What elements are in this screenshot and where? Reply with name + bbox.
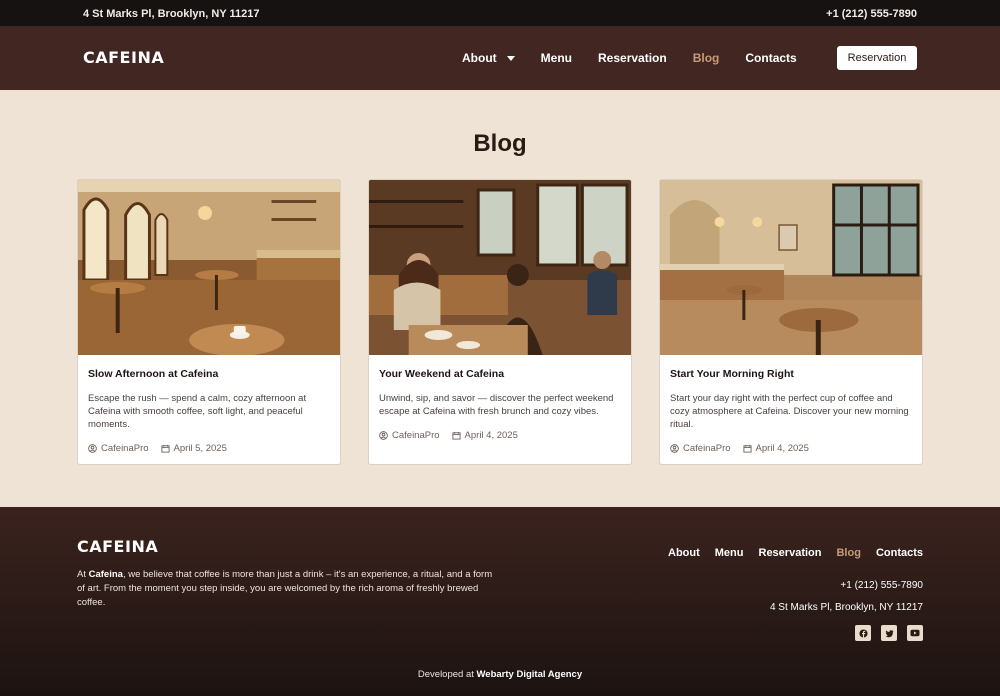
nav-item-label: Menu (540, 51, 572, 65)
post-date: April 4, 2025 (742, 443, 809, 454)
credit-agency-link[interactable]: Webarty Digital Agency (477, 669, 583, 680)
facebook-icon[interactable] (855, 625, 871, 641)
user-icon (88, 444, 97, 453)
footer-nav-about[interactable]: About (668, 547, 700, 559)
nav-item-blog[interactable]: Blog (693, 51, 720, 65)
footer-credit: Developed at Webarty Digital Agency (0, 669, 1000, 680)
site-logo[interactable]: CAFEINA (83, 48, 164, 67)
topbar-phone[interactable]: +1 (212) 555-7890 (826, 8, 917, 20)
card-body: Slow Afternoon at Cafeina Escape the rus… (78, 355, 340, 464)
cafe-friends-photo[interactable] (369, 180, 631, 355)
post-date-text: April 4, 2025 (755, 443, 809, 454)
footer-address: 4 St Marks Pl, Brooklyn, NY 11217 (769, 602, 923, 613)
nav-item-about[interactable]: About (462, 51, 515, 65)
nav-item-label: About (462, 51, 497, 65)
blog-card[interactable]: Slow Afternoon at Cafeina Escape the rus… (77, 179, 341, 465)
nav-item-reservation[interactable]: Reservation (598, 51, 667, 65)
post-title[interactable]: Slow Afternoon at Cafeina (88, 368, 330, 380)
nav-item-label: Contacts (745, 51, 797, 65)
post-title[interactable]: Start Your Morning Right (670, 368, 912, 380)
post-author: CafeinaPro (88, 443, 149, 454)
post-author-name: CafeinaPro (101, 443, 149, 454)
footer-phone[interactable]: +1 (212) 555-7890 (840, 580, 923, 591)
footer-nav-contacts[interactable]: Contacts (876, 547, 923, 559)
user-icon (379, 431, 388, 440)
user-icon (670, 444, 679, 453)
blog-card[interactable]: Your Weekend at Cafeina Unwind, sip, and… (368, 179, 632, 465)
post-date: April 4, 2025 (451, 430, 518, 441)
chevron-down-icon (506, 55, 515, 61)
post-excerpt: Start your day right with the perfect cu… (670, 393, 909, 430)
footer-nav: About Menu Reservation Blog Contacts (653, 547, 923, 559)
post-date-text: April 5, 2025 (173, 443, 227, 454)
youtube-icon[interactable] (907, 625, 923, 641)
post-date: April 5, 2025 (160, 443, 227, 454)
post-meta: CafeinaPro April 4, 2025 (670, 443, 912, 454)
nav-item-label: Blog (692, 51, 720, 65)
topbar-address: 4 St Marks Pl, Brooklyn, NY 11217 (83, 8, 260, 20)
post-excerpt: Escape the rush — spend a calm, cozy aft… (88, 393, 307, 430)
card-body: Start Your Morning Right Start your day … (660, 355, 922, 464)
calendar-icon (742, 444, 752, 453)
footer-nav-menu[interactable]: Menu (715, 547, 744, 559)
blog-card[interactable]: Start Your Morning Right Start your day … (659, 179, 923, 465)
social-links (845, 625, 923, 641)
footer-about-text: At Cafeina, we believe that coffee is mo… (77, 568, 497, 610)
credit-prefix: Developed at (417, 669, 477, 680)
top-info-bar: 4 St Marks Pl, Brooklyn, NY 11217 +1 (21… (0, 0, 1000, 26)
cafe-interior-photo[interactable] (78, 180, 340, 355)
page-title: Blog (473, 130, 527, 157)
calendar-icon (160, 444, 170, 453)
post-meta: CafeinaPro April 5, 2025 (88, 443, 330, 454)
nav-item-contacts[interactable]: Contacts (745, 51, 796, 65)
post-meta: CafeinaPro April 4, 2025 (379, 430, 621, 441)
footer-nav-blog[interactable]: Blog (836, 547, 860, 559)
main-nav: About Menu Reservation Blog Contacts (462, 51, 823, 65)
footer-nav-reservation[interactable]: Reservation (759, 547, 822, 559)
calendar-icon (451, 431, 461, 440)
reservation-button[interactable]: Reservation (837, 46, 917, 70)
site-header: CAFEINA About Menu Reservation Blog Cont… (0, 26, 1000, 90)
footer-logo[interactable]: CAFEINA (77, 537, 158, 556)
post-author-name: CafeinaPro (683, 443, 731, 454)
post-author-name: CafeinaPro (392, 430, 440, 441)
nav-item-label: Reservation (598, 51, 667, 65)
post-excerpt: Unwind, sip, and savor — discover the pe… (379, 393, 614, 417)
post-author: CafeinaPro (379, 430, 440, 441)
card-body: Your Weekend at Cafeina Unwind, sip, and… (369, 355, 631, 451)
footer-about-body: , we believe that coffee is more than ju… (77, 569, 493, 608)
site-footer: CAFEINA At Cafeina, we believe that coff… (0, 507, 1000, 696)
cafe-morning-photo[interactable] (660, 180, 922, 355)
post-author: CafeinaPro (670, 443, 731, 454)
nav-item-menu[interactable]: Menu (541, 51, 572, 65)
twitter-icon[interactable] (881, 625, 897, 641)
post-date-text: April 4, 2025 (464, 430, 518, 441)
footer-about-brand: Cafeina (88, 569, 123, 580)
footer-about-prefix: At (77, 569, 89, 580)
post-title[interactable]: Your Weekend at Cafeina (379, 368, 621, 380)
